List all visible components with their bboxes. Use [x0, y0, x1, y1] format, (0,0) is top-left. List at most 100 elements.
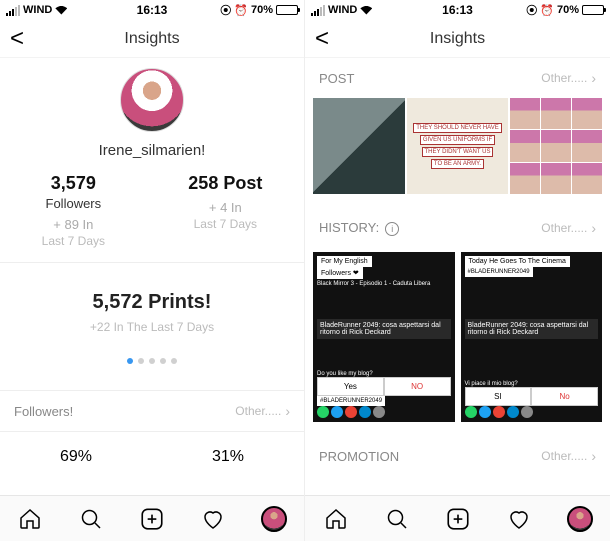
- wifi-icon: [55, 6, 67, 15]
- nav-activity[interactable]: [506, 506, 532, 532]
- post-thumb-1[interactable]: [313, 98, 405, 194]
- followers-label: Followers: [46, 196, 102, 211]
- signal-icon: [311, 5, 325, 16]
- pct-a: 69%: [60, 448, 92, 466]
- post-thumbs: THEY SHOULD NEVER HAVE GIVEN US UNIFORMS…: [305, 98, 610, 208]
- chevron-right-icon: ›: [591, 448, 596, 464]
- banner-line: THEY SHOULD NEVER HAVE: [413, 123, 501, 133]
- back-button[interactable]: <: [10, 25, 24, 53]
- poll-no[interactable]: NO: [384, 377, 451, 396]
- posts-stat: 258 Post + 4 In Last 7 Days: [188, 173, 262, 248]
- battery-percent: 70%: [557, 4, 579, 16]
- story-1[interactable]: For My English Followers ❤ Black Mirror …: [313, 252, 455, 422]
- nav-home[interactable]: [323, 506, 349, 532]
- status-bar: WIND 16:13 ⦿ ⏰ 70%: [305, 0, 610, 20]
- info-icon[interactable]: i: [385, 222, 399, 236]
- dot-4[interactable]: [160, 358, 166, 364]
- nav-add[interactable]: [445, 506, 471, 532]
- followers-stat: 3,579 Followers + 89 In Last 7 Days: [42, 173, 105, 248]
- bottom-nav: [0, 495, 304, 541]
- pct-row: 69% 31%: [0, 432, 304, 466]
- poll-yes[interactable]: Yes: [317, 377, 384, 396]
- header: < Insights: [305, 20, 610, 58]
- dot-1[interactable]: [127, 358, 133, 364]
- alarm-icon: ⏰: [234, 4, 248, 17]
- promotion-label: PROMOTION: [319, 449, 399, 464]
- prints-sub: +22 In The Last 7 Days: [0, 320, 304, 334]
- share-icons: [317, 406, 451, 418]
- promotion-more[interactable]: Other..... ›: [541, 448, 596, 464]
- history-more[interactable]: Other..... ›: [541, 220, 596, 236]
- story-poll[interactable]: YesNO: [317, 377, 451, 396]
- nav-add[interactable]: [139, 506, 165, 532]
- story-tag: Followers ❤: [317, 267, 363, 279]
- history-section[interactable]: HISTORY:i Other..... ›: [305, 208, 610, 248]
- pager-dots[interactable]: [0, 358, 304, 364]
- more-label: Other.....: [235, 404, 281, 418]
- chevron-right-icon: ›: [591, 70, 596, 86]
- nav-profile[interactable]: [261, 506, 287, 532]
- poll-no[interactable]: No: [531, 387, 598, 406]
- post-more[interactable]: Other..... ›: [541, 70, 596, 86]
- posts-period: Last 7 Days: [194, 217, 257, 231]
- nav-profile[interactable]: [567, 506, 593, 532]
- story-hash: #BLADERUNNER2049: [317, 396, 385, 406]
- nav-search[interactable]: [384, 506, 410, 532]
- nav-activity[interactable]: [200, 506, 226, 532]
- lock-icon: ⦿: [220, 2, 231, 18]
- carrier-label: WIND: [328, 4, 357, 16]
- bottom-nav: [305, 495, 610, 541]
- banner-line: TO BE AN ARMY.: [431, 159, 484, 169]
- history-thumbs: For My English Followers ❤ Black Mirror …: [305, 248, 610, 436]
- post-section[interactable]: POST Other..... ›: [305, 58, 610, 98]
- post-label: POST: [319, 71, 354, 86]
- followers-delta: + 89 In: [53, 217, 93, 232]
- status-bar: WIND 16:13 ⦿ ⏰ 70%: [0, 0, 304, 20]
- content-left: Irene_silmarien! 3,579 Followers + 89 In…: [0, 58, 304, 495]
- chevron-right-icon: ›: [591, 220, 596, 236]
- dot-3[interactable]: [149, 358, 155, 364]
- lock-icon: ⦿: [526, 2, 537, 18]
- poll-yes[interactable]: SI: [465, 387, 532, 406]
- battery-icon: [276, 5, 298, 15]
- story-hash: #BLADERUNNER2049: [465, 267, 533, 277]
- back-button[interactable]: <: [315, 25, 329, 53]
- dot-2[interactable]: [138, 358, 144, 364]
- prints-block: 5,572 Prints! +22 In The Last 7 Days: [0, 263, 304, 378]
- story-tag: Today He Goes To The Cinema: [465, 256, 570, 267]
- screen-right: WIND 16:13 ⦿ ⏰ 70% < Insights POST Other…: [305, 0, 610, 541]
- followers-section-label: Followers: [14, 404, 73, 419]
- wifi-icon: [360, 6, 372, 15]
- battery-percent: 70%: [251, 4, 273, 16]
- story-poll[interactable]: SINo: [465, 387, 599, 406]
- nav-home[interactable]: [17, 506, 43, 532]
- share-icons: [465, 406, 599, 418]
- followers-more[interactable]: Other..... ›: [235, 403, 290, 419]
- banner-line: THEY DIDN'T WANT US: [422, 147, 494, 157]
- story-subtitle: Black Mirror 3 - Episodio 1 - Caduta Lib…: [317, 281, 451, 287]
- promotion-section[interactable]: PROMOTION Other..... ›: [305, 436, 610, 476]
- carrier-label: WIND: [23, 4, 52, 16]
- nav-search[interactable]: [78, 506, 104, 532]
- posts-value: 258 Post: [188, 173, 262, 194]
- story-mid: BladeRunner 2049: cosa aspettarsi dal ri…: [317, 319, 451, 339]
- more-label: Other.....: [541, 71, 587, 85]
- history-label: HISTORY:i: [319, 220, 399, 236]
- battery-icon: [582, 5, 604, 15]
- more-label: Other.....: [541, 449, 587, 463]
- followers-value: 3,579: [51, 173, 96, 194]
- followers-section[interactable]: Followers Other..... ›: [0, 390, 304, 432]
- clock: 16:13: [442, 3, 473, 17]
- profile-avatar[interactable]: [120, 68, 184, 132]
- post-thumb-2[interactable]: THEY SHOULD NEVER HAVE GIVEN US UNIFORMS…: [407, 98, 507, 194]
- chevron-right-icon: ›: [285, 403, 290, 419]
- story-mid: BladeRunner 2049: cosa aspettarsi dal ri…: [465, 319, 599, 339]
- dot-5[interactable]: [171, 358, 177, 364]
- banner-line: GIVEN US UNIFORMS IF: [420, 135, 495, 145]
- story-tag: For My English: [317, 256, 372, 267]
- story-2[interactable]: Today He Goes To The Cinema #BLADERUNNER…: [461, 252, 603, 422]
- followers-period: Last 7 Days: [42, 234, 105, 248]
- content-right: POST Other..... › THEY SHOULD NEVER HAVE…: [305, 58, 610, 495]
- post-thumb-3[interactable]: [510, 98, 602, 194]
- screen-left: WIND 16:13 ⦿ ⏰ 70% < Insights Irene_silm…: [0, 0, 305, 541]
